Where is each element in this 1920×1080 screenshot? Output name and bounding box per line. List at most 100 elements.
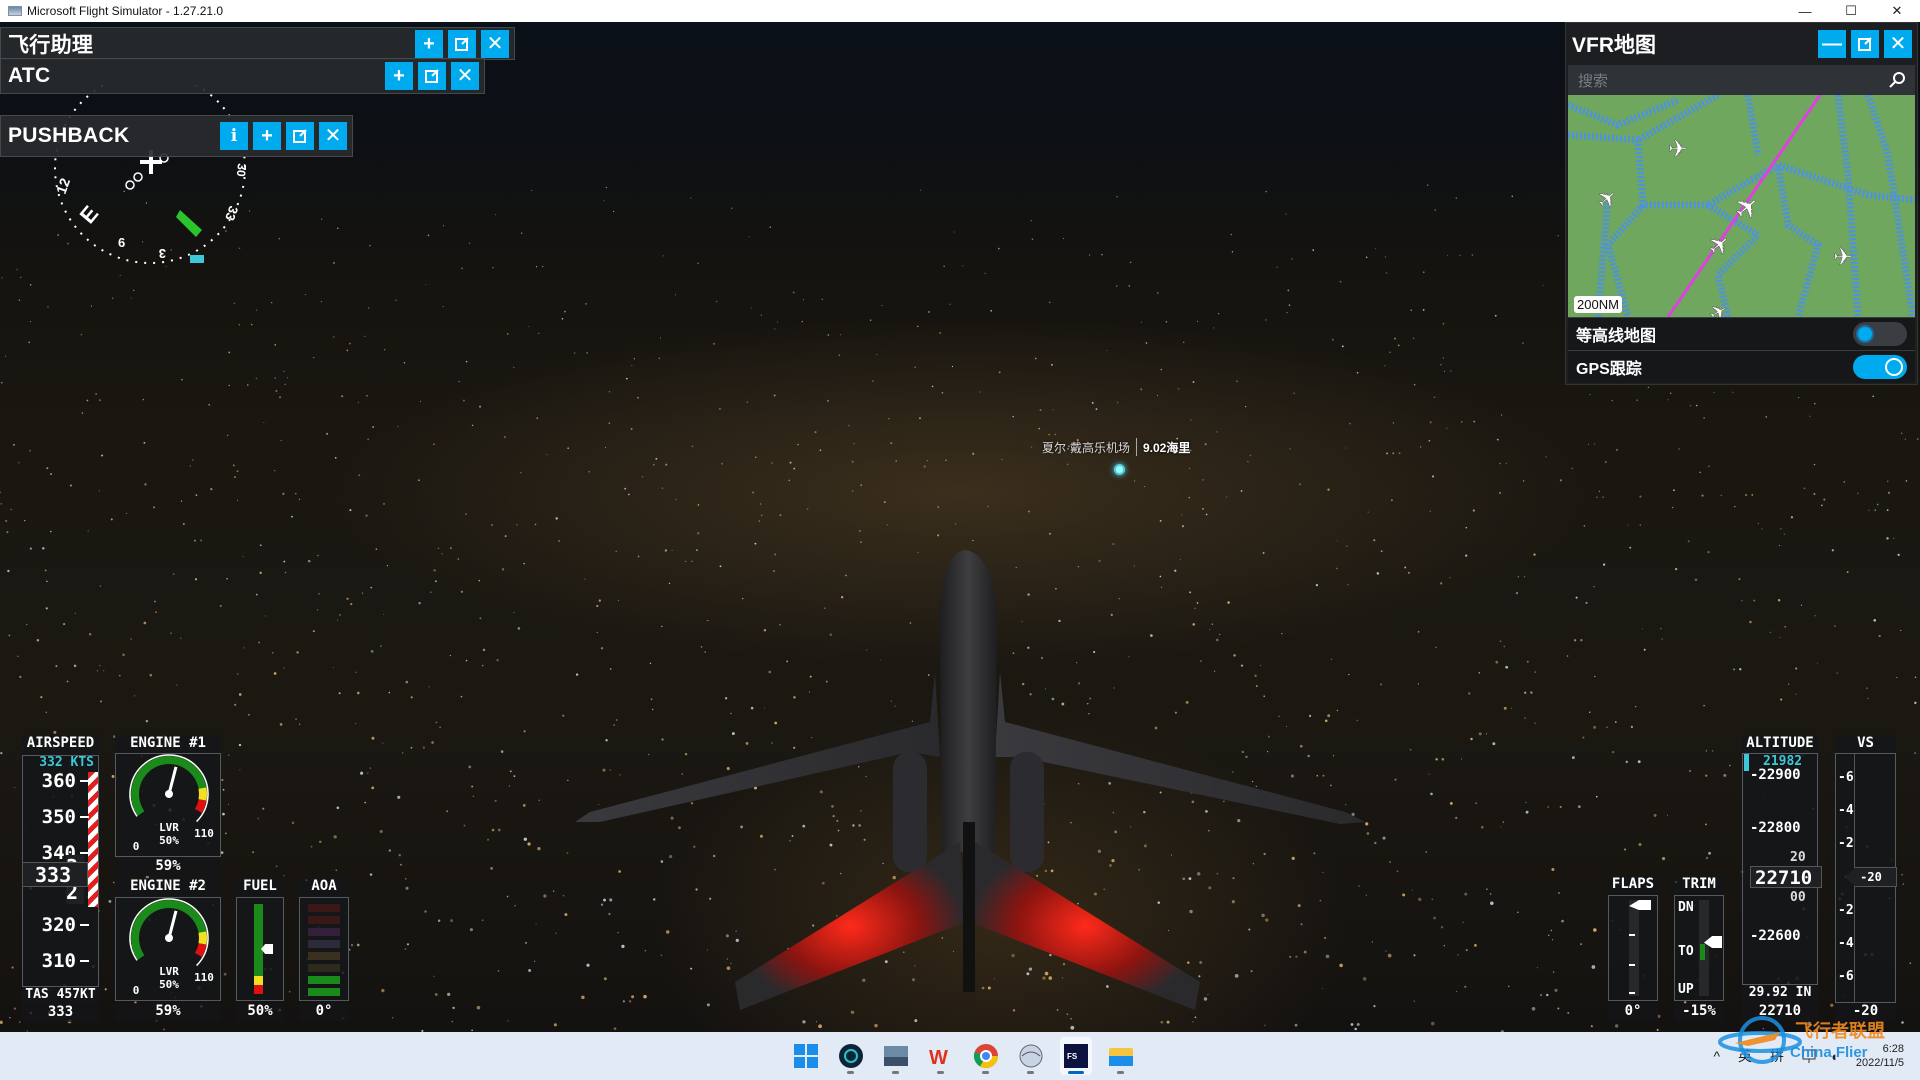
- altitude-label: ALTITUDE: [1742, 735, 1818, 755]
- airspeed-tick-label: 320: [41, 914, 76, 936]
- network-icon[interactable]: [1802, 1048, 1820, 1064]
- trim-takeoff-band: [1700, 944, 1705, 960]
- toggle-knob: [1885, 358, 1903, 376]
- flaps-tick: [1629, 964, 1635, 966]
- gauge-caution-arc: [198, 787, 207, 801]
- app-icon: [8, 6, 22, 16]
- vertical-fin: [963, 822, 975, 992]
- airspeed-value: 333: [22, 1004, 99, 1022]
- gauge-needle: [167, 910, 178, 939]
- undock-button[interactable]: [286, 122, 314, 150]
- gauge-green-arc: [131, 900, 207, 960]
- compass-label-12: 12: [53, 176, 73, 196]
- left-engine: [893, 752, 927, 872]
- taxiway: [1568, 96, 1680, 129]
- trim-dn-label: DN: [1678, 900, 1694, 915]
- minimize-panel-button[interactable]: —: [1818, 30, 1846, 58]
- vfr-map-canvas[interactable]: ✈ ✈ ✈ ✈ ✈ ✈ 200NM: [1568, 95, 1915, 317]
- add-button[interactable]: +: [415, 29, 443, 58]
- clock[interactable]: 6:28 2022/11/5: [1856, 1042, 1904, 1070]
- current-airspeed: 333: [22, 862, 88, 887]
- undock-button[interactable]: [1851, 30, 1879, 58]
- gauge-green-arc: [131, 756, 207, 816]
- compass-label-e: E: [75, 201, 104, 228]
- maximize-button[interactable]: ☐: [1828, 0, 1874, 22]
- gps-track-toggle[interactable]: [1853, 355, 1907, 379]
- ime-english[interactable]: 英: [1738, 1046, 1752, 1066]
- close-icon: ✕: [1889, 33, 1907, 55]
- minus-icon: —: [1822, 33, 1842, 55]
- taxiway: [1774, 164, 1823, 317]
- time: 6:28: [1882, 1043, 1904, 1055]
- map-scale[interactable]: 200NM: [1574, 296, 1622, 313]
- vs-tick-label: -4: [1838, 803, 1854, 818]
- n1-dial: 0 110 LVR50%: [129, 754, 214, 853]
- baro-setting[interactable]: 29.92 IN: [1742, 985, 1818, 1002]
- trim-up-label: UP: [1678, 982, 1694, 997]
- airport-marker-icon[interactable]: [1114, 464, 1125, 475]
- close-panel-button[interactable]: ✕: [481, 29, 509, 58]
- tray-chevron-icon[interactable]: ^: [1713, 1048, 1720, 1064]
- heading-bug-icon: [176, 210, 202, 237]
- taskbar-app-flight-simulator[interactable]: FS: [1060, 1037, 1092, 1075]
- taskbar-app[interactable]: [1015, 1037, 1047, 1075]
- close-icon: ✕: [456, 65, 474, 87]
- altitude-tick-label: -22900: [1750, 767, 1801, 783]
- close-panel-button[interactable]: ✕: [1884, 30, 1912, 58]
- trim-scale: DN TO UP: [1674, 895, 1724, 1001]
- undock-icon: [425, 69, 439, 83]
- taskbar-app[interactable]: [1105, 1037, 1137, 1075]
- taskbar-app[interactable]: [970, 1037, 1002, 1075]
- info-button[interactable]: i: [220, 122, 248, 150]
- engine-1-label: ENGINE #1: [115, 735, 221, 755]
- add-button[interactable]: +: [385, 62, 413, 90]
- toggle-knob: [1856, 325, 1874, 343]
- course-dot: [133, 172, 143, 182]
- add-button[interactable]: +: [253, 122, 281, 150]
- airspeed-tick-label: 350: [41, 806, 76, 828]
- plus-icon: +: [423, 32, 435, 55]
- airspeed-label: AIRSPEED: [22, 735, 99, 755]
- gauge-mode-label: LVR: [159, 965, 179, 978]
- panel-title: ATC: [8, 64, 51, 87]
- altitude-tick-label: -22600: [1750, 928, 1801, 944]
- undock-button[interactable]: [418, 62, 446, 90]
- gauge-warning-arc: [194, 943, 207, 957]
- ime-pinyin[interactable]: 拼: [1770, 1046, 1784, 1066]
- close-panel-button[interactable]: ✕: [319, 122, 347, 150]
- engine-1-n1: 59%: [115, 858, 221, 876]
- flaps-value: 0°: [1608, 1003, 1658, 1021]
- contour-map-toggle[interactable]: [1853, 322, 1907, 346]
- course-dot: [125, 180, 135, 190]
- search-icon[interactable]: [1889, 72, 1905, 88]
- gauge-lever-label: 50%: [159, 834, 179, 847]
- airspeed-tick: [80, 960, 89, 962]
- map-search-input[interactable]: 搜索: [1568, 65, 1915, 95]
- toggle-label: GPS跟踪: [1576, 361, 1642, 378]
- close-panel-button[interactable]: ✕: [451, 62, 479, 90]
- gauge-mode-label: LVR: [159, 821, 179, 834]
- circular-app-icon: [839, 1044, 863, 1068]
- airspeed-tick: [80, 816, 89, 818]
- taskbar-app[interactable]: [835, 1037, 867, 1075]
- gauge-hub: [165, 790, 173, 798]
- fuselage: [940, 550, 997, 852]
- close-window-button[interactable]: ✕: [1874, 0, 1920, 22]
- separator: [1136, 438, 1137, 456]
- taskbar-app[interactable]: [880, 1037, 912, 1075]
- toggle-row-gps: GPS跟踪: [1568, 350, 1915, 383]
- airport-marker-label[interactable]: 夏尔·戴高乐机场 9.02海里: [1042, 438, 1190, 456]
- atc-panel: ATC + ✕: [0, 58, 485, 94]
- volume-icon[interactable]: ◖: [1830, 1049, 1838, 1064]
- info-icon: i: [230, 125, 238, 146]
- airspeed-tick: [80, 780, 89, 782]
- undock-button[interactable]: [448, 29, 476, 58]
- start-button[interactable]: [790, 1037, 822, 1075]
- taskbar-app[interactable]: W: [925, 1037, 957, 1075]
- left-stabilizer: [735, 842, 965, 1010]
- minimize-button[interactable]: —: [1782, 0, 1828, 22]
- gauge-max-label: 110: [194, 827, 214, 840]
- current-vs: -20: [1845, 867, 1897, 887]
- vs-tick-label: -6: [1838, 770, 1854, 785]
- gauge-needle: [167, 766, 178, 795]
